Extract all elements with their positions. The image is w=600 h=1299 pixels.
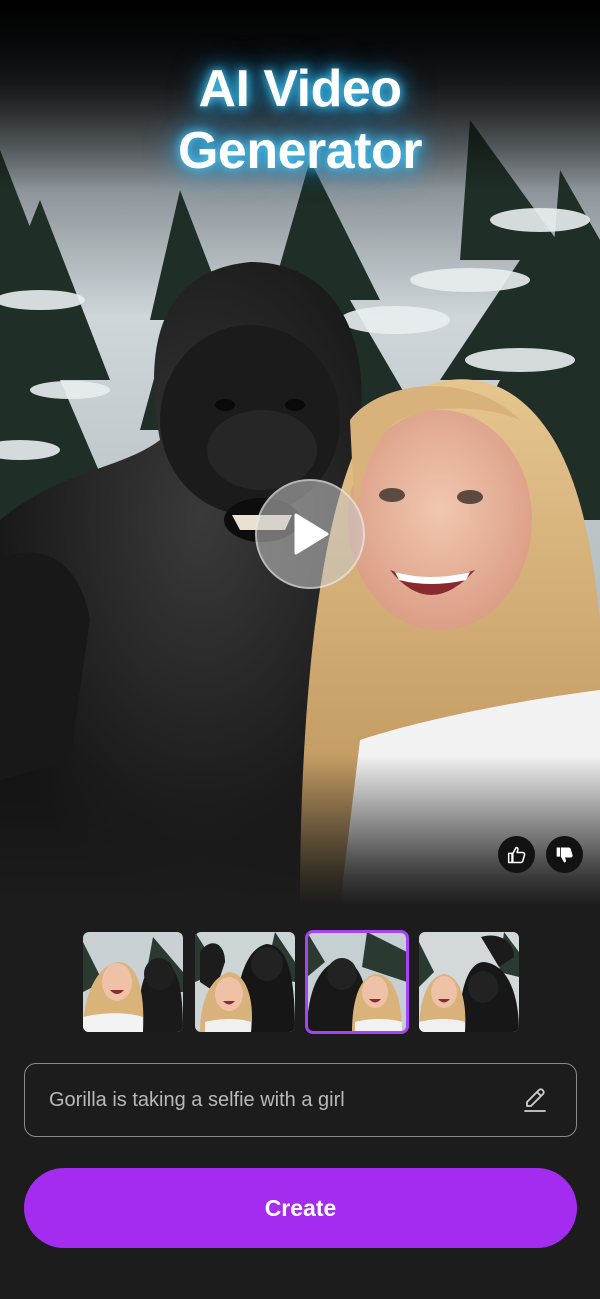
thumbnail-image <box>307 932 407 1032</box>
dislike-button[interactable] <box>546 836 583 873</box>
like-button[interactable] <box>498 836 535 873</box>
thumbs-up-icon <box>507 846 525 863</box>
bottom-fade <box>0 755 600 905</box>
pencil-icon <box>524 1088 546 1112</box>
video-preview[interactable]: AI Video Generator <box>0 0 600 905</box>
thumbnail-4[interactable] <box>419 932 519 1032</box>
edit-prompt-button[interactable] <box>518 1083 552 1117</box>
page-title: AI Video Generator <box>0 58 600 182</box>
play-icon <box>294 513 329 555</box>
title-line-2: Generator <box>177 122 423 180</box>
play-button[interactable] <box>255 479 365 589</box>
prompt-text[interactable]: Gorilla is taking a selfie with a girl <box>49 1089 518 1112</box>
prompt-field[interactable]: Gorilla is taking a selfie with a girl <box>24 1063 577 1137</box>
thumbnail-3[interactable] <box>305 930 409 1034</box>
thumbnail-strip <box>83 930 519 1034</box>
thumbnail-2[interactable] <box>195 932 295 1032</box>
thumbnail-image <box>195 932 295 1032</box>
create-button-label: Create <box>264 1194 337 1221</box>
thumbs-down-icon <box>556 847 573 862</box>
thumbnail-image <box>83 932 183 1032</box>
thumbnail-image <box>419 932 519 1032</box>
create-button[interactable]: Create <box>24 1168 577 1248</box>
thumbnail-1[interactable] <box>83 932 183 1032</box>
title-line-1: AI Video <box>198 60 402 118</box>
